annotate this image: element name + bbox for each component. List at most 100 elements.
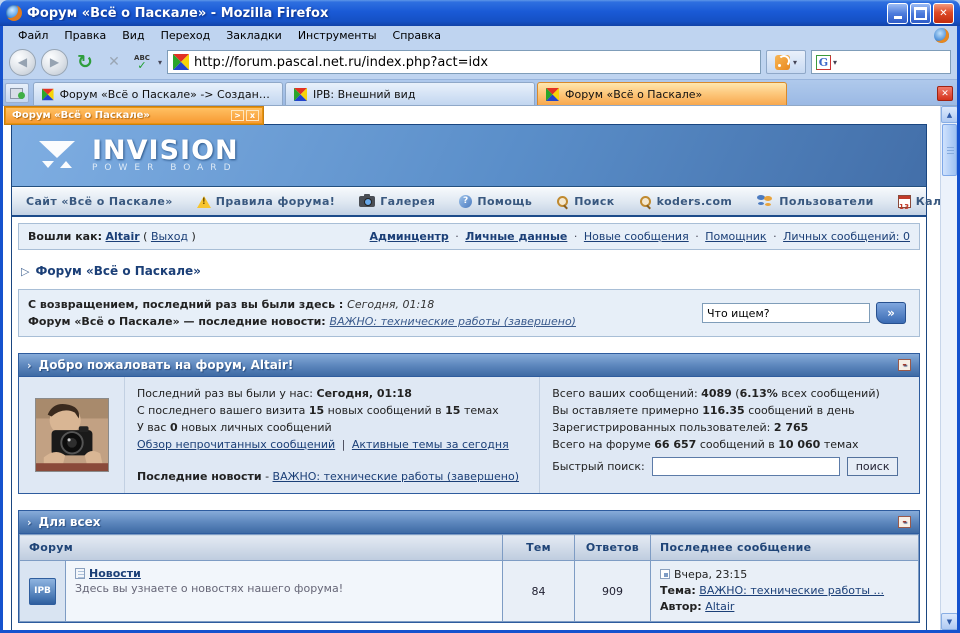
avatar-cell bbox=[19, 377, 125, 493]
username-link[interactable]: Altair bbox=[105, 230, 139, 243]
stop-button[interactable]: ✕ bbox=[102, 50, 126, 74]
spellcheck-button[interactable]: ABC ✓ bbox=[131, 54, 153, 70]
breadcrumb-arrow-icon: ▷ bbox=[21, 265, 29, 278]
last-topic-link[interactable]: ВАЖНО: технические работы ... bbox=[699, 584, 884, 597]
nav-search-link[interactable]: Поиск bbox=[556, 195, 614, 208]
tab-2[interactable]: IPB: Внешний вид bbox=[285, 82, 535, 105]
search-go-button[interactable]: » bbox=[876, 302, 906, 324]
menu-tools[interactable]: Инструменты bbox=[291, 28, 384, 43]
google-engine-icon[interactable]: G bbox=[816, 55, 831, 70]
tab-1-label: Форум «Всё о Паскале» -> Создание но... bbox=[60, 88, 274, 101]
menu-help[interactable]: Справка bbox=[386, 28, 448, 43]
window-titlebar[interactable]: Форум «Всё о Паскале» - Mozilla Firefox … bbox=[0, 0, 960, 26]
scroll-up-button[interactable]: ▲ bbox=[941, 106, 957, 123]
unread-posts-link[interactable]: Обзор непрочитанных сообщений bbox=[137, 438, 335, 451]
since-visit-text: С последнего вашего визита bbox=[137, 404, 309, 417]
nav-gallery-link[interactable]: Галерея bbox=[359, 195, 435, 208]
news-topic-link[interactable]: ВАЖНО: технические работы (завершено) bbox=[330, 315, 576, 328]
new-posts-count: 15 bbox=[309, 404, 324, 417]
private-messages-link[interactable]: Личных сообщений: 0 bbox=[783, 230, 910, 243]
forum-nav-bar: Сайт «Всё о Паскале» Правила форума! Гал… bbox=[12, 187, 926, 217]
breadcrumb-forum-link[interactable]: Форум «Всё о Паскале» bbox=[35, 264, 200, 278]
members-count: 2 765 bbox=[774, 421, 808, 434]
news-topic-link[interactable]: ВАЖНО: технические работы (завершено) bbox=[273, 470, 519, 483]
scrollbar-thumb[interactable] bbox=[942, 124, 957, 176]
since-visit-text: темах bbox=[460, 404, 498, 417]
latest-news-label: Форум «Всё о Паскале» — последние новост… bbox=[28, 315, 330, 328]
reload-button[interactable]: ↻ bbox=[73, 50, 97, 74]
invision-logo-icon bbox=[38, 140, 80, 172]
assistant-link[interactable]: Помощник bbox=[705, 230, 766, 243]
nav-site-link[interactable]: Сайт «Всё о Паскале» bbox=[26, 195, 173, 208]
scroll-down-button[interactable]: ▼ bbox=[941, 613, 957, 630]
posts-per-day-label: Вы оставляете примерно bbox=[552, 404, 702, 417]
menu-file[interactable]: Файл bbox=[11, 28, 55, 43]
my-controls-link[interactable]: Личные данные bbox=[465, 230, 567, 243]
menu-bookmarks[interactable]: Закладки bbox=[219, 28, 289, 43]
quick-search-input[interactable] bbox=[702, 303, 870, 323]
stop-icon: ✕ bbox=[108, 54, 120, 70]
ipb-favicon bbox=[42, 88, 54, 101]
posts-per-day-count: 116.35 bbox=[702, 404, 744, 417]
logout-link[interactable]: Выход bbox=[151, 230, 188, 243]
spellcheck-dropdown-icon[interactable]: ▾ bbox=[158, 58, 162, 67]
engine-dropdown-icon[interactable]: ▾ bbox=[833, 58, 837, 67]
menu-go[interactable]: Переход bbox=[154, 28, 218, 43]
menu-view[interactable]: Вид bbox=[115, 28, 151, 43]
nav-rules-link[interactable]: Правила форума! bbox=[197, 195, 335, 208]
posts-per-day-tail: сообщений в день bbox=[745, 404, 855, 417]
address-bar[interactable] bbox=[167, 50, 761, 74]
last-post-date: Вчера, 23:15 bbox=[674, 568, 747, 581]
forum-page-icon bbox=[75, 568, 85, 579]
collapse-panel-button[interactable]: - bbox=[898, 359, 911, 371]
forward-button[interactable]: ▶ bbox=[41, 49, 68, 76]
nav-rules-label: Правила форума! bbox=[216, 195, 335, 208]
rss-button[interactable]: ▾ bbox=[766, 50, 806, 74]
panel-arrow-icon: › bbox=[27, 516, 32, 529]
forum-icon: IPB bbox=[29, 578, 56, 605]
table-row: IPB Новости Здесь вы узнаете о новостях … bbox=[20, 561, 919, 622]
vertical-scrollbar[interactable]: ▲ ▼ bbox=[940, 106, 957, 630]
search-icon bbox=[639, 195, 652, 208]
welcome-visit-stats: Последний раз вы были у нас: Сегодня, 01… bbox=[125, 377, 540, 493]
collapse-category-button[interactable]: - bbox=[898, 516, 911, 528]
close-tab-button[interactable]: ✕ bbox=[937, 86, 953, 101]
web-search-box[interactable]: G ▾ bbox=[811, 50, 951, 74]
menu-edit[interactable]: Правка bbox=[57, 28, 113, 43]
nav-koders-link[interactable]: koders.com bbox=[639, 195, 733, 208]
breadcrumb: ▷ Форум «Всё о Паскале» bbox=[21, 264, 917, 278]
separator: · bbox=[455, 230, 459, 243]
url-input[interactable] bbox=[194, 55, 755, 70]
close-button[interactable]: ✕ bbox=[933, 3, 954, 24]
goto-last-post-icon[interactable] bbox=[660, 569, 670, 579]
nav-members-link[interactable]: Пользователи bbox=[756, 195, 874, 208]
new-posts-link[interactable]: Новые сообщения bbox=[584, 230, 689, 243]
board-search-button[interactable]: поиск bbox=[847, 457, 899, 476]
welcome-panel-header: › Добро пожаловать на форум, Altair! - bbox=[19, 354, 919, 377]
logged-in-label: Вошли как: bbox=[28, 230, 102, 243]
col-last-post: Последнее сообщение bbox=[651, 535, 919, 561]
paren: ( bbox=[143, 230, 147, 243]
active-topics-link[interactable]: Активные темы за сегодня bbox=[352, 438, 509, 451]
window-frame: Файл Правка Вид Переход Закладки Инструм… bbox=[0, 26, 960, 633]
forums-table: Форум Тем Ответов Последнее сообщение IP… bbox=[19, 534, 919, 622]
logo-title: INVISION bbox=[92, 138, 239, 163]
web-search-input[interactable] bbox=[839, 55, 946, 70]
last-author-link[interactable]: Altair bbox=[705, 600, 734, 613]
nav-help-link[interactable]: ?Помощь bbox=[459, 195, 532, 208]
board-quick-search-input[interactable] bbox=[652, 457, 840, 476]
popup-close-button[interactable]: x bbox=[246, 110, 259, 121]
tab-1[interactable]: Форум «Всё о Паскале» -> Создание но... bbox=[33, 82, 283, 105]
admin-center-link[interactable]: Админцентр bbox=[370, 230, 449, 243]
back-button[interactable]: ◀ bbox=[9, 49, 36, 76]
tab-3-active[interactable]: Форум «Всё о Паскале» bbox=[537, 82, 787, 105]
separator: · bbox=[773, 230, 777, 243]
maximize-button[interactable] bbox=[910, 3, 931, 24]
rss-icon bbox=[775, 55, 790, 70]
forum-link[interactable]: Новости bbox=[89, 567, 141, 580]
members-label: Зарегистрированных пользователей: bbox=[552, 421, 774, 434]
popup-next-button[interactable]: > bbox=[231, 110, 244, 121]
tab-title-popup[interactable]: Форум «Всё о Паскале» > x bbox=[5, 107, 263, 124]
new-tab-icon[interactable] bbox=[5, 83, 29, 103]
minimize-button[interactable] bbox=[887, 3, 908, 24]
